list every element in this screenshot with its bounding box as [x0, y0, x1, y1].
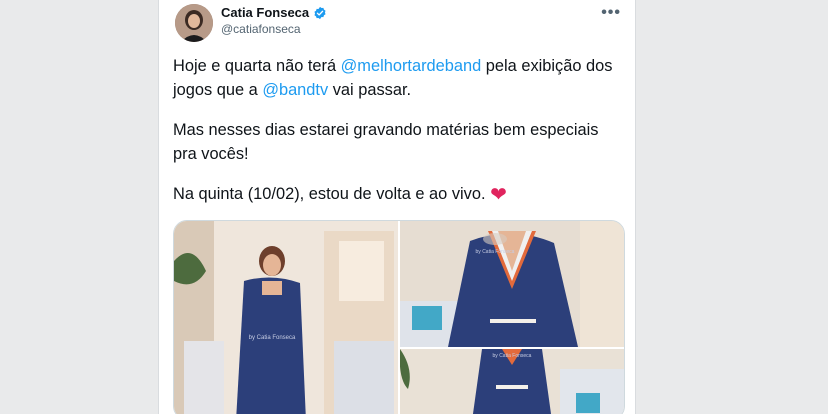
tweet-paragraph-1: Hoje e quarta não terá @melhortardeband … — [173, 54, 623, 102]
photo-3[interactable]: by Catia Fonseca — [400, 349, 624, 414]
avatar-image — [175, 4, 213, 42]
heart-emoji-icon: ❤ — [490, 184, 507, 206]
tweet-paragraph-3: Na quinta (10/02), estou de volta e ao v… — [173, 182, 623, 206]
tweet-paragraph-2: Mas nesses dias estarei gravando matéria… — [173, 121, 599, 163]
media-watermark: by Catia Fonseca — [493, 353, 532, 359]
verified-badge-icon — [313, 6, 327, 20]
avatar[interactable] — [175, 4, 213, 42]
text-segment: Hoje e quarta não terá — [173, 57, 341, 75]
display-name[interactable]: Catia Fonseca — [221, 5, 309, 20]
photo-1[interactable]: by Catia Fonseca — [174, 221, 398, 414]
author-handle[interactable]: @catiafonseca — [221, 22, 301, 36]
media-grid: by Catia Fonseca by Catia Fonseca by Cat… — [173, 220, 625, 414]
more-horizontal-icon[interactable]: ••• — [601, 4, 621, 22]
text-segment: Na quinta (10/02), estou de volta e ao v… — [173, 185, 486, 203]
media-watermark: by Catia Fonseca — [249, 335, 296, 341]
mention-link-bandtv[interactable]: @bandtv — [262, 81, 328, 99]
author-name-row: Catia Fonseca — [221, 5, 327, 20]
photo-2[interactable]: by Catia Fonseca — [400, 221, 624, 347]
media-watermark: by Catia Fonseca — [476, 249, 515, 255]
mention-link-melhortardeband[interactable]: @melhortardeband — [341, 57, 482, 75]
tweet-text: Hoje e quarta não terá @melhortardeband … — [173, 54, 623, 222]
tweet-card: Catia Fonseca @catiafonseca ••• Hoje e q… — [158, 0, 636, 414]
text-segment: vai passar. — [328, 81, 412, 99]
